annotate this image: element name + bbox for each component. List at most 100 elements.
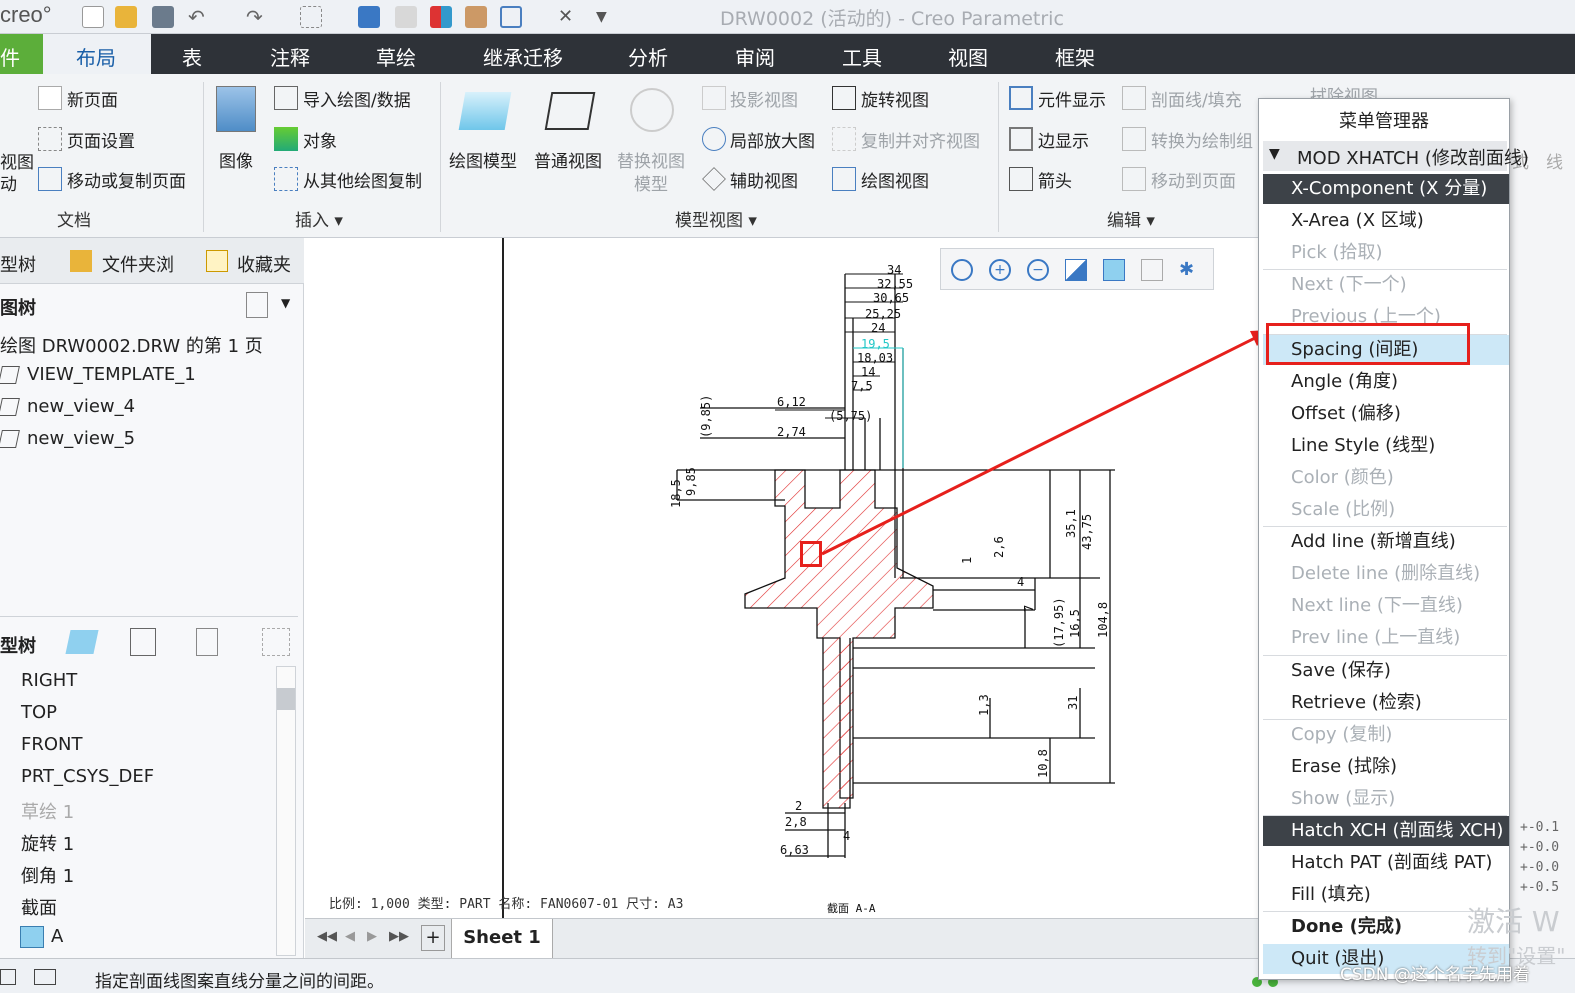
tab-folder-browser[interactable]: 文件夹浏 xyxy=(102,251,174,277)
zoom-out-icon[interactable]: − xyxy=(1027,259,1049,281)
model-tree-item[interactable]: PRT_CSYS_DEF xyxy=(21,766,154,787)
model-tree-item[interactable]: 旋转 1 xyxy=(21,830,74,856)
display-style-icon[interactable] xyxy=(1103,259,1125,281)
status-icon[interactable] xyxy=(0,969,16,985)
dim-label[interactable]: 18,5 xyxy=(669,479,683,508)
detail-view-button[interactable]: 局部放大图 xyxy=(730,127,815,152)
dim-label[interactable]: 24 xyxy=(871,321,885,335)
menu-item[interactable]: Scale (比例) xyxy=(1263,495,1509,525)
model-tree-item[interactable]: 草绘 1 xyxy=(21,798,74,824)
new-file-icon[interactable] xyxy=(82,6,104,28)
menu-item[interactable]: Offset (偏移) xyxy=(1263,399,1509,429)
dim-label[interactable]: 9,85 xyxy=(684,467,698,496)
tab-analysis[interactable]: 分析 xyxy=(628,42,668,71)
dim-label[interactable]: 25,25 xyxy=(865,307,901,321)
tab-favorites[interactable]: 收藏夹 xyxy=(237,251,291,277)
group-insert-label[interactable]: 插入 ▾ xyxy=(295,206,343,231)
erase-view-button[interactable]: 拭除视图 xyxy=(1310,82,1410,98)
menu-item[interactable]: Next line (下一直线) xyxy=(1263,591,1509,621)
last-sheet-icon[interactable]: ▶▶ xyxy=(389,929,409,944)
customize-dropdown-icon[interactable]: ▼ xyxy=(596,6,618,28)
import-drawing-data-button[interactable]: 导入绘图/数据 xyxy=(303,86,411,111)
datum-display-icon[interactable]: ✱ xyxy=(1179,259,1201,281)
tree-settings-icon[interactable] xyxy=(246,292,268,318)
dim-label[interactable]: 7,5 xyxy=(851,379,873,393)
sheet-tab[interactable]: Sheet 1 xyxy=(451,919,553,959)
menu-item[interactable]: Copy (复制) xyxy=(1263,720,1509,750)
drawing-tree-item[interactable]: VIEW_TEMPLATE_1 xyxy=(27,364,196,385)
menu-item[interactable]: Angle (角度) xyxy=(1263,367,1509,397)
menu-item[interactable]: Hatch PAT (剖面线 PAT) xyxy=(1263,848,1509,878)
open-folder-icon[interactable] xyxy=(115,6,137,28)
menu-item[interactable]: Show (显示) xyxy=(1263,784,1509,814)
scrollbar-thumb[interactable] xyxy=(277,688,295,710)
menu-item[interactable]: Hatch XCH (剖面线 XCH) xyxy=(1263,816,1509,846)
drawing-tree-item[interactable]: 绘图 DRW0002.DRW 的第 1 页 xyxy=(0,332,263,358)
repaint-icon[interactable] xyxy=(1065,259,1087,281)
menu-item[interactable]: Pick (拾取) xyxy=(1263,238,1509,268)
menu-item[interactable]: Line Style (线型) xyxy=(1263,431,1509,461)
new-page-button[interactable]: 新页面 xyxy=(67,86,118,111)
menu-item[interactable]: Color (颜色) xyxy=(1263,463,1509,493)
auxiliary-view-button[interactable]: 辅助视图 xyxy=(730,167,798,192)
add-sheet-button[interactable]: + xyxy=(421,925,445,951)
copy-align-view-button[interactable]: 复制并对齐视图 xyxy=(861,127,980,152)
menu-item[interactable]: Save (保存) xyxy=(1263,656,1509,686)
tab-sketch[interactable]: 草绘 xyxy=(376,42,416,71)
xsec-fill-button[interactable]: 剖面线/填充 xyxy=(1151,86,1242,111)
brush-icon[interactable] xyxy=(465,6,487,28)
zoom-in-icon[interactable]: + xyxy=(989,259,1011,281)
dim-label[interactable]: 2,74 xyxy=(777,425,806,439)
menu-item[interactable]: X-Area (X 区域) xyxy=(1263,206,1509,236)
dim-label[interactable]: 1 xyxy=(960,557,974,564)
dim-label[interactable]: 18,03 xyxy=(857,351,893,365)
dim-label[interactable]: 6,63 xyxy=(780,843,809,857)
replace-view-button[interactable]: 替换视图 xyxy=(617,147,685,172)
tab-legacy-migration[interactable]: 继承迁移 xyxy=(483,42,563,71)
tab-review[interactable]: 审阅 xyxy=(735,42,775,71)
edge-display-button[interactable]: 边显示 xyxy=(1038,127,1089,152)
filter-icon[interactable] xyxy=(262,628,290,656)
tab-view[interactable]: 视图 xyxy=(948,42,988,71)
page-setup-button[interactable]: 页面设置 xyxy=(67,127,135,152)
tree-settings-dropdown-icon[interactable]: ▼ xyxy=(281,296,290,310)
dim-label[interactable]: 104,8 xyxy=(1096,602,1110,638)
menu-header[interactable]: ▼ MOD XHATCH (修改剖面线) xyxy=(1263,141,1529,171)
select-box-icon[interactable] xyxy=(300,6,322,28)
settings-list-icon[interactable] xyxy=(196,628,218,656)
model-display-icon[interactable] xyxy=(65,630,99,654)
menu-item[interactable]: Erase (拭除) xyxy=(1263,752,1509,782)
menu-item[interactable]: Delete line (删除直线) xyxy=(1263,559,1509,589)
dim-label[interactable]: 7 xyxy=(1022,605,1036,612)
tab-annotate[interactable]: 注释 xyxy=(270,42,310,71)
dim-label[interactable]: (5,75) xyxy=(829,409,872,423)
tab-file[interactable]: 件 xyxy=(0,34,43,74)
model-tree-item[interactable]: A xyxy=(51,926,63,947)
undo-icon[interactable]: ↶ xyxy=(188,6,210,28)
dim-label[interactable]: 14 xyxy=(861,365,875,379)
general-view-button[interactable]: 普通视图 xyxy=(534,147,602,172)
dim-label[interactable]: 32,55 xyxy=(877,277,913,291)
saved-views-icon[interactable] xyxy=(1141,259,1163,281)
prev-sheet-icon[interactable]: ◀ xyxy=(345,929,355,944)
model-tree-item[interactable]: 截面 xyxy=(21,894,57,920)
dim-label[interactable]: 43,75 xyxy=(1080,514,1094,550)
menu-item[interactable]: X-Component (X 分量) xyxy=(1263,174,1509,204)
menu-item[interactable]: Add line (新增直线) xyxy=(1263,527,1509,557)
arrow-button[interactable]: 箭头 xyxy=(1038,167,1072,192)
dim-label[interactable]: 10,8 xyxy=(1036,749,1050,778)
tab-model-tree[interactable]: 型树 xyxy=(0,251,36,277)
dim-label[interactable]: 2 xyxy=(795,799,802,813)
menu-item[interactable]: Retrieve (检索) xyxy=(1263,688,1509,718)
dim-label[interactable]: 19,5 xyxy=(861,337,890,351)
drawing-model-button[interactable]: 绘图模型 xyxy=(449,147,517,172)
color-icon[interactable] xyxy=(430,6,452,28)
menu-item[interactable]: Next (下一个) xyxy=(1263,270,1509,300)
image-button[interactable]: 图像 xyxy=(219,147,253,172)
dim-label[interactable]: 6,12 xyxy=(777,395,806,409)
dim-label[interactable]: 16,5 xyxy=(1068,609,1082,638)
tab-table[interactable]: 表 xyxy=(182,42,202,71)
tab-framework[interactable]: 框架 xyxy=(1055,42,1095,71)
model-tree-item[interactable]: FRONT xyxy=(21,734,83,755)
group-edit-label[interactable]: 编辑 ▾ xyxy=(1107,206,1155,231)
